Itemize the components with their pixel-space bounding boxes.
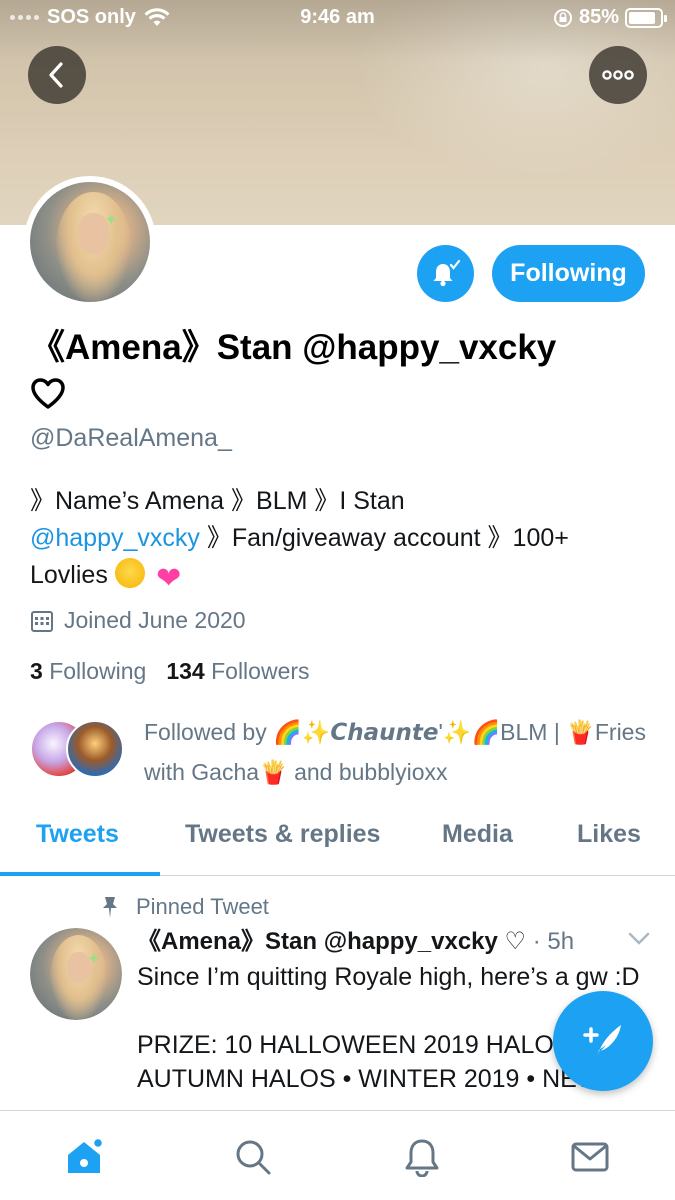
home-icon <box>68 1137 104 1173</box>
tweet-avatar-image: ✦ <box>30 928 122 1020</box>
more-options-button[interactable] <box>589 46 647 104</box>
tweet-time: · 5h <box>532 928 575 955</box>
chevron-down-icon[interactable] <box>628 932 650 951</box>
followers-count: 134 <box>166 658 205 684</box>
battery-percent: 85% <box>578 6 619 28</box>
tab-media[interactable]: Media <box>442 820 513 849</box>
search-icon <box>236 1140 271 1175</box>
tweet-author-name[interactable]: 《Amena》Stan @happy_vxcky ♡ <box>137 928 526 955</box>
orientation-lock-icon <box>553 8 572 27</box>
nav-home[interactable] <box>65 1137 105 1177</box>
profile-avatar[interactable]: ✦ <box>24 176 156 308</box>
pin-icon <box>103 897 117 918</box>
tab-tweets-replies[interactable]: Tweets & replies <box>185 820 380 849</box>
yum-emoji-icon <box>114 558 145 588</box>
tweet-author-avatar[interactable]: ✦ <box>30 928 122 1020</box>
profile-bio: 》Name’s Amena 》BLM 》I Stan @happy_vxcky … <box>30 483 650 594</box>
nav-messages[interactable] <box>570 1137 610 1177</box>
compose-tweet-icon <box>583 1025 621 1059</box>
following-button[interactable]: Following <box>492 245 645 302</box>
nav-search[interactable] <box>233 1137 273 1177</box>
tab-likes[interactable]: Likes <box>577 820 641 849</box>
tweet-header: 《Amena》Stan @happy_vxcky ♡ · 5h <box>137 925 652 959</box>
back-button[interactable] <box>28 46 86 104</box>
bio-mention-link[interactable]: @happy_vxcky <box>30 524 200 552</box>
following-label: Following <box>49 658 147 684</box>
messages-icon <box>571 1142 609 1172</box>
followers-count-link[interactable]: 134 Followers <box>166 658 309 685</box>
following-count-link[interactable]: 3 Following <box>30 658 146 685</box>
status-right: 85% <box>553 6 667 29</box>
tab-tweets[interactable]: Tweets <box>36 820 119 849</box>
sparkling-heart-emoji-icon: ❤ <box>156 562 182 595</box>
joined-text: Joined June 2020 <box>64 607 246 633</box>
followers-label: Followers <box>211 658 310 684</box>
followed-by-text: Followed by 🌈✨𝘾𝙝𝙖𝙪𝙣𝙩𝙚'✨🌈BLM | 🍟Fries wit… <box>144 719 646 785</box>
chevron-left-icon <box>49 62 63 88</box>
username-handle: @DaRealAmena_ <box>30 424 232 452</box>
avatar-image: ✦ <box>30 182 150 302</box>
battery-icon <box>625 7 667 28</box>
bottom-navigation <box>0 1110 675 1200</box>
bell-plus-icon <box>433 259 460 286</box>
nav-notifications[interactable] <box>402 1137 442 1177</box>
status-bar: SOS only 9:46 am 85% <box>0 0 675 36</box>
pinned-tweet-text: Pinned Tweet <box>136 894 269 919</box>
mutual-avatar <box>66 720 124 778</box>
notifications-toggle-button[interactable] <box>417 245 474 302</box>
following-count: 3 <box>30 658 43 684</box>
pinned-label: Pinned Tweet <box>100 894 269 920</box>
more-dots-icon <box>602 70 634 80</box>
heart-icon <box>30 377 66 416</box>
joined-date: Joined June 2020 <box>30 607 246 634</box>
notifications-icon <box>405 1139 439 1177</box>
display-name: 《Amena》Stan @happy_vxcky <box>30 328 557 367</box>
mutual-avatars <box>30 720 130 780</box>
bio-text: 》Name’s Amena 》BLM 》I Stan <box>30 487 405 515</box>
follow-counts: 3 Following 134 Followers <box>30 658 310 685</box>
profile-tabs: Tweets Tweets & replies Media Likes <box>0 810 675 876</box>
calendar-icon <box>31 610 53 632</box>
followed-by-section[interactable]: Followed by 🌈✨𝘾𝙝𝙖𝙪𝙣𝙩𝙚'✨🌈BLM | 🍟Fries wit… <box>30 712 650 792</box>
compose-tweet-button[interactable] <box>553 991 653 1091</box>
